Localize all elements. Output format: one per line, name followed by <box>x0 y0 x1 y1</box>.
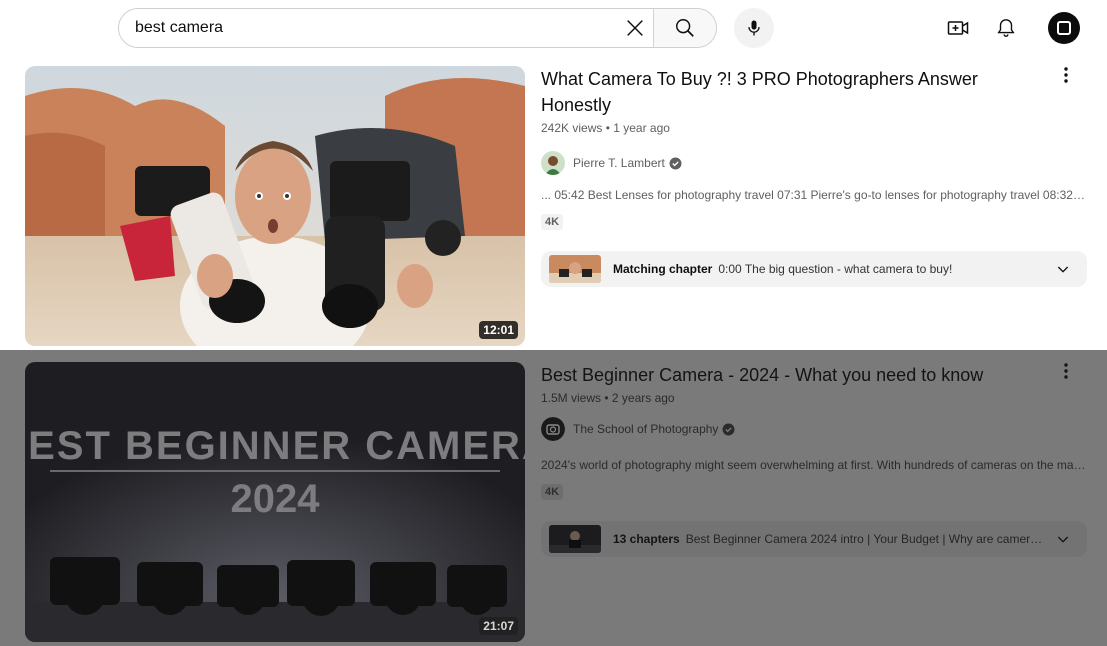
video-meta: What Camera To Buy ?! 3 PRO Photographer… <box>541 66 991 175</box>
more-vert-icon <box>1064 67 1068 83</box>
channel-avatar[interactable] <box>541 151 565 175</box>
more-vert-icon <box>1064 363 1068 379</box>
voice-search-button[interactable] <box>734 8 774 48</box>
channel-name[interactable]: Pierre T. Lambert <box>573 156 665 170</box>
view-count: 1.5M views • 2 years ago <box>541 391 675 405</box>
video-description: ... 05:42 Best Lenses for photography tr… <box>541 188 1087 202</box>
chapter-text: 0:00 The big question - what camera to b… <box>718 262 953 276</box>
chevron-down-icon <box>1057 536 1069 543</box>
search-bar <box>118 8 717 48</box>
account-avatar[interactable] <box>1048 12 1080 44</box>
video-duration: 12:01 <box>479 321 518 339</box>
chapter-thumbnail <box>549 525 601 553</box>
channel-name[interactable]: The School of Photography <box>573 422 718 436</box>
video-duration: 21:07 <box>479 617 518 635</box>
thumbnail-image <box>25 66 525 346</box>
thumbnail-title-line2: 2024 <box>231 477 321 521</box>
video-meta: Best Beginner Camera - 2024 - What you n… <box>541 362 991 441</box>
thumbnail-image: BEST BEGINNER CAMERA 2024 <box>25 362 525 642</box>
video-result: 12:01 What Camera To Buy ?! 3 PRO Photog… <box>0 66 1107 350</box>
chapter-label: 13 chapters <box>613 532 680 546</box>
thumbnail-title-line1: BEST BEGINNER CAMERA <box>25 424 525 468</box>
notifications-button[interactable] <box>986 8 1026 48</box>
more-actions-button[interactable] <box>1056 63 1076 87</box>
clear-search-button[interactable] <box>617 9 653 47</box>
channel-avatar[interactable] <box>541 417 565 441</box>
video-thumbnail[interactable]: BEST BEGINNER CAMERA 2024 21:07 <box>25 362 525 642</box>
expand-chapters-button[interactable] <box>1047 531 1079 547</box>
more-actions-button[interactable] <box>1056 359 1076 383</box>
chapter-label: Matching chapter <box>613 262 713 276</box>
chapter-thumbnail <box>549 255 601 283</box>
search-input[interactable] <box>119 9 617 47</box>
search-button[interactable] <box>653 9 716 47</box>
mic-icon <box>748 20 760 36</box>
bell-icon <box>997 19 1015 37</box>
search-icon <box>676 19 694 37</box>
verified-icon <box>722 423 735 435</box>
view-count: 242K views • 1 year ago <box>541 121 670 135</box>
video-thumbnail[interactable]: 12:01 <box>25 66 525 346</box>
channel-row[interactable]: The School of Photography <box>541 417 991 441</box>
chevron-down-icon <box>1057 266 1069 273</box>
chapter-box[interactable]: Matching chapter 0:00 The big question -… <box>541 251 1087 287</box>
channel-row[interactable]: Pierre T. Lambert <box>541 151 991 175</box>
video-title[interactable]: What Camera To Buy ?! 3 PRO Photographer… <box>541 66 991 118</box>
quality-badge: 4K <box>541 484 564 500</box>
video-title[interactable]: Best Beginner Camera - 2024 - What you n… <box>541 362 991 388</box>
avatar-logo-icon <box>1057 21 1071 35</box>
video-description: 2024's world of photography might seem o… <box>541 458 1087 472</box>
expand-chapters-button[interactable] <box>1047 261 1079 277</box>
create-video-icon <box>947 21 969 35</box>
video-result: BEST BEGINNER CAMERA 2024 21:07 Best Beg… <box>0 350 1107 646</box>
chapter-box[interactable]: 13 chapters Best Beginner Camera 2024 in… <box>541 521 1087 557</box>
verified-icon <box>669 157 682 169</box>
create-button[interactable] <box>938 8 978 48</box>
chapter-text: Best Beginner Camera 2024 intro | Your B… <box>685 532 1047 546</box>
quality-badge: 4K <box>541 214 564 230</box>
close-icon <box>627 20 643 36</box>
